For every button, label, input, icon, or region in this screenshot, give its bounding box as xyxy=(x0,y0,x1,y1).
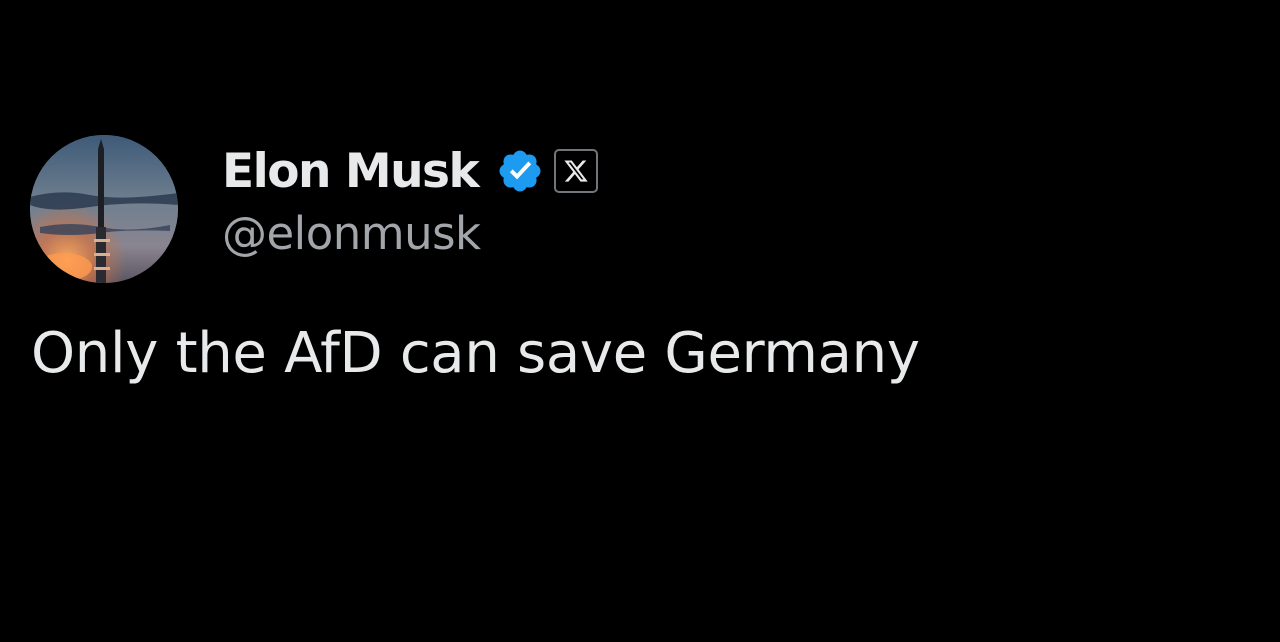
tweet: Elon Musk @elonmusk Only the AfD can sav… xyxy=(0,0,1280,642)
author-display-name[interactable]: Elon Musk xyxy=(222,144,480,199)
author-name-row: Elon Musk xyxy=(222,140,599,202)
author-handle[interactable]: @elonmusk xyxy=(222,207,481,260)
rocket-launch-avatar-icon xyxy=(30,135,178,283)
avatar[interactable] xyxy=(30,135,178,283)
x-logo-icon[interactable] xyxy=(554,149,599,193)
tweet-text: Only the AfD can save Germany xyxy=(31,321,920,386)
verified-badge-icon[interactable] xyxy=(496,147,544,195)
